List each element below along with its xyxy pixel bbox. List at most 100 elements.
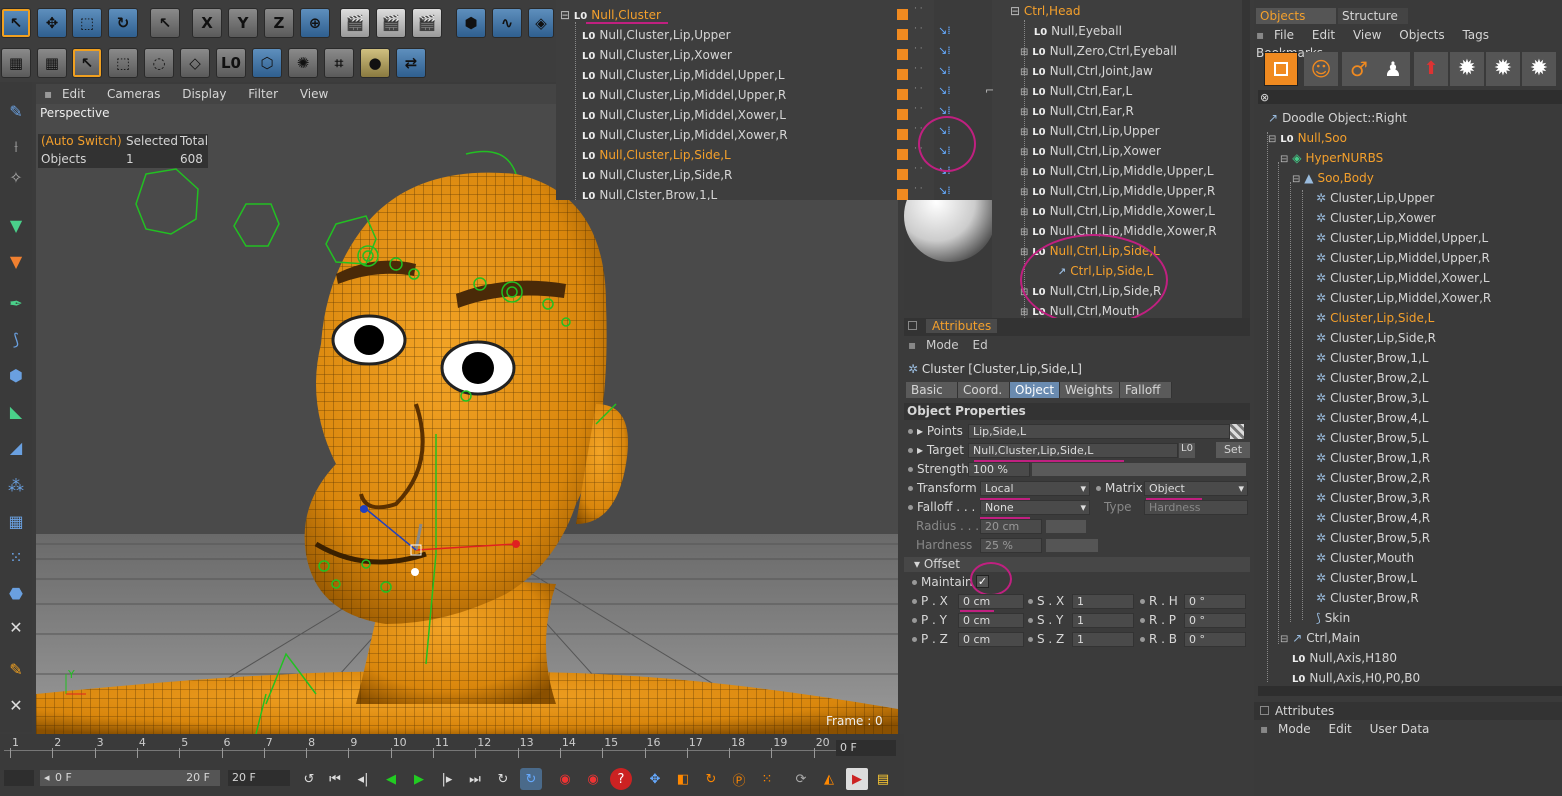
rp-field[interactable]: 0 ° (1184, 613, 1246, 628)
material-preview[interactable] (904, 170, 996, 310)
ctrl-list-item[interactable]: ⊞ L0 Null,Ctrl,Lip,Middle,Xower,L (1020, 201, 1215, 221)
object-tree-item[interactable]: ✲ Cluster,Lip,Side,R (1316, 328, 1436, 348)
object-tree-item[interactable]: ✲ Cluster,Brow,3,L (1316, 388, 1428, 408)
cluster-list-item[interactable]: L0 Null,Cluster,Lip,Side,R (582, 165, 732, 185)
cluster-list-item[interactable]: L0 Null,Cluster,Lip,Middel,Upper,L (582, 65, 785, 85)
rotate-tool-icon[interactable]: ↻ (108, 8, 138, 38)
object-tree-item[interactable]: ✲ Cluster,Lip,Middel,Xower,R (1316, 288, 1491, 308)
objects-search-bar[interactable]: ⊗ (1258, 90, 1562, 104)
smooth-icon[interactable]: ◣ (2, 396, 30, 426)
ctrl-list-item[interactable]: L0 Null,Eyeball (1020, 21, 1122, 41)
object-tree-item[interactable]: ✲ Cluster,Brow,5,L (1316, 428, 1428, 448)
cluster-list-item[interactable]: L0 Null,Cluster,Lip,Side,L (582, 145, 731, 165)
knife-icon[interactable]: ✎ (2, 96, 30, 126)
object-tree-item[interactable]: ⊟ ▲ Soo,Body (1292, 168, 1374, 188)
z-axis-button[interactable]: Z (264, 8, 294, 38)
render-view-icon[interactable]: 🎬 (340, 8, 370, 38)
object-tree-item[interactable]: ✲ Cluster,Mouth (1316, 548, 1414, 568)
max-frame-field[interactable]: 20 F (228, 770, 290, 786)
loop-icon[interactable]: ↻ (520, 768, 542, 790)
magic-icon[interactable]: ✕ (2, 690, 30, 720)
cluster-list-item[interactable]: L0 Null,Cluster,Lip,Middel,Upper,R (582, 85, 786, 105)
viewport-menu-edit[interactable]: Edit (62, 87, 85, 101)
gear-icon-1[interactable]: ✹ (1450, 52, 1484, 86)
ctrl-list-item[interactable]: ⊞ L0 Null,Ctrl,Lip,Middle,Upper,R (1020, 181, 1215, 201)
constraint-tag-icon[interactable]: ↘⁞ (938, 184, 951, 197)
extrude-icon[interactable]: ⬢ (2, 360, 30, 390)
move-tool-icon[interactable]: ✥ (37, 8, 67, 38)
cluster-list-item[interactable]: L0 Null,Cluster,Lip,Xower (582, 45, 732, 65)
sx-field[interactable]: 1 (1072, 594, 1134, 609)
set-button[interactable]: Set (1216, 442, 1250, 458)
texture-mode-icon[interactable]: ▦ (37, 48, 67, 78)
magnet-icon[interactable]: ⟆ (2, 324, 30, 354)
objects-menu-view[interactable]: View (1353, 28, 1381, 42)
tab-falloff[interactable]: Falloff (1120, 382, 1172, 398)
coordinate-system-icon[interactable]: ⊕ (300, 8, 330, 38)
tab-weights[interactable]: Weights (1060, 382, 1120, 398)
scale-tool-icon[interactable]: ⬚ (72, 8, 102, 38)
pla-key-icon[interactable]: ⁙ (756, 768, 778, 790)
layer-tag-icon[interactable] (897, 189, 908, 200)
prev-key-icon[interactable]: ◂| (352, 768, 374, 790)
object-tree-item[interactable]: ⊟ ↗ Ctrl,Main (1280, 628, 1360, 648)
object-tree-item[interactable]: ✲ Cluster,Brow,1,R (1316, 448, 1430, 468)
timeline-icon[interactable]: ◭ (818, 768, 840, 790)
object-tree-item[interactable]: ⊟ L0 Null,Soo (1268, 128, 1347, 148)
objects-attr-menu-mode[interactable]: Mode (1278, 722, 1311, 736)
goto-start-icon[interactable]: ↺ (298, 768, 320, 790)
tab-structure[interactable]: Structure (1338, 8, 1408, 24)
offset-section[interactable]: ▾ Offset (904, 557, 1250, 572)
tab-objects[interactable]: Objects (1256, 8, 1336, 24)
visibility-dots-icon[interactable]: ⋅ ⋅ (914, 185, 923, 194)
object-tree-item[interactable]: ✲ Cluster,Brow,4,L (1316, 408, 1428, 428)
polygon-select-icon[interactable]: ◇ (180, 48, 210, 78)
viewport-menu-cameras[interactable]: Cameras (107, 87, 160, 101)
play-icon[interactable]: ▶ (408, 768, 430, 790)
hardness-field[interactable]: 25 % (980, 538, 1042, 553)
rh-field[interactable]: 0 ° (1184, 594, 1246, 609)
brush-icon[interactable]: ✒ (2, 288, 30, 318)
panel-collapse-icon[interactable]: ⌐ (985, 84, 994, 97)
param-key-icon[interactable]: Ⓟ (728, 768, 750, 790)
live-selection-icon[interactable]: ↖ (1, 8, 31, 38)
spline-icon[interactable]: ∿ (492, 8, 522, 38)
layer-tag-icon[interactable] (897, 29, 908, 40)
render-icon[interactable]: ▶ (846, 768, 868, 790)
object-tree-item[interactable]: ✲ Cluster,Brow,2,R (1316, 468, 1430, 488)
layer-tag-icon[interactable] (897, 49, 908, 60)
figure-icon[interactable]: ♟ (1376, 52, 1410, 86)
tab-basic[interactable]: Basic (906, 382, 958, 398)
hardness-slider[interactable] (1046, 539, 1098, 552)
current-frame-field[interactable]: 0 F (836, 740, 896, 756)
select-arrow-icon[interactable]: ↖ (72, 48, 102, 78)
objects-menu-edit[interactable]: Edit (1312, 28, 1335, 42)
layer-tag-icon[interactable] (897, 109, 908, 120)
scale-key-icon[interactable]: ◧ (672, 768, 694, 790)
joint-figure-icon[interactable]: ♂ (1342, 52, 1376, 86)
layer-tag-icon[interactable] (897, 9, 908, 20)
bevel-icon[interactable]: ◢ (2, 432, 30, 462)
matrix-dropdown[interactable]: Object ▾ (1144, 481, 1248, 496)
array-icon[interactable]: ▦ (2, 506, 30, 536)
objects-attr-menu-user-data[interactable]: User Data (1370, 722, 1430, 736)
object-tree-item[interactable]: ✲ Cluster,Brow,R (1316, 588, 1419, 608)
min-frame-field[interactable] (4, 770, 34, 786)
visibility-dots-icon[interactable]: ⋅ ⋅ (914, 165, 923, 174)
object-tree-item[interactable]: ✲ Cluster,Brow,1,L (1316, 348, 1428, 368)
points-mode-icon[interactable]: ✺ (288, 48, 318, 78)
record-icon[interactable]: ◉ (554, 768, 576, 790)
visibility-dots-icon[interactable]: ⋅ ⋅ (914, 5, 923, 14)
cluster-list-item[interactable]: L0 Null,Cluster,Lip,Middel,Xower,R (582, 125, 788, 145)
script-icon[interactable]: ▤ (872, 768, 894, 790)
polygon-mode-icon[interactable]: ⬡ (252, 48, 282, 78)
melt-icon[interactable]: ⬣ (2, 578, 30, 608)
constraint-tag-icon[interactable]: ↘⁞ (938, 84, 951, 97)
attr-menu-mode[interactable]: Mode (926, 338, 959, 352)
y-axis-button[interactable]: Y (228, 8, 258, 38)
ctrl-list-item[interactable]: ⊞ L0 Null,Ctrl,Lip,Xower (1020, 141, 1161, 161)
viewport-menu-display[interactable]: Display (182, 87, 226, 101)
radius-field[interactable]: 20 cm (980, 519, 1042, 534)
object-tree-item[interactable]: ✲ Cluster,Lip,Middel,Upper,L (1316, 228, 1488, 248)
last-tool-icon[interactable]: ↖ (150, 8, 180, 38)
